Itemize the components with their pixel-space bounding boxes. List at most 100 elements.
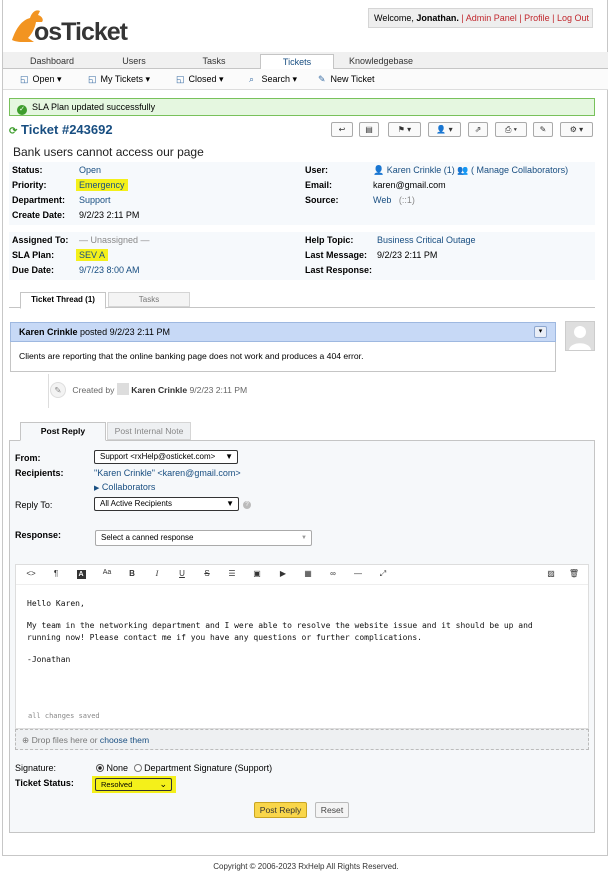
more-menu-button[interactable]: ⚙ ▾ [560,122,593,137]
tab-knowledgebase[interactable]: Knowledgebase [344,54,418,69]
file-drop-zone[interactable]: ⊕ Drop files here or choose them [15,729,589,750]
create-date-value: 9/2/23 2:11 PM [79,210,140,220]
success-alert: ✓ SLA Plan updated successfully [9,98,595,116]
manage-collaborators-link[interactable]: ( Manage Collaborators) [471,165,568,175]
subnav-search[interactable]: ⌕ Search ▾ [249,74,297,85]
editor-content[interactable]: Hello Karen, My team in the networking d… [27,598,567,676]
last-message-value: 9/2/23 2:11 PM [377,250,438,260]
strikethrough-icon[interactable]: S [200,569,214,578]
save-draft-icon[interactable]: ▨ [544,569,558,578]
tab-dashboard[interactable]: Dashboard [24,54,80,69]
print-menu-button[interactable]: ⎙ ▾ [495,122,527,137]
sig-none-label: None [106,763,129,773]
thread-entry-body: Clients are reporting that the online ba… [10,342,556,372]
collaborators-toggle[interactable]: ▶ Collaborators [94,482,155,492]
tab-thread-tasks[interactable]: Tasks [108,292,190,307]
welcome-prefix: Welcome, [374,13,417,23]
priority-value: Emergency [76,179,128,191]
list-icon[interactable]: ☰ [225,569,239,578]
underline-icon[interactable]: U [175,569,189,578]
paragraph-icon[interactable]: ¶ [49,569,63,578]
created-event: ✎ Created by Karen Crinkle 9/2/23 2:11 P… [50,382,247,398]
tab-users[interactable]: Users [110,54,158,69]
subnav-closed[interactable]: ◱ Closed ▾ [176,74,224,85]
table-icon[interactable]: ▦ [301,569,315,578]
assign-menu-button[interactable]: 👤 ▾ [428,122,461,137]
italic-icon[interactable]: I [150,569,164,578]
footer-copyright: Copyright © 2006-2023 RxHelp All Rights … [213,862,399,871]
code-view-icon[interactable]: <> [24,569,38,578]
chevron-down-icon: ▼ [301,535,307,541]
recipients-value[interactable]: "Karen Crinkle" <karen@gmail.com> [94,468,241,478]
admin-panel-link[interactable]: Admin Panel [466,13,517,23]
ticket-status-select[interactable]: Resolved ⌄ [95,778,172,791]
post-reply-button[interactable]: Post Reply [254,802,307,818]
canned-response-select[interactable]: Select a canned response ▼ [95,530,312,546]
source-label: Source: [305,195,339,205]
tab-post-internal-note[interactable]: Post Internal Note [107,422,191,440]
chevron-down-icon: ⌄ [159,779,167,789]
fullscreen-icon[interactable]: ⤢ [376,569,390,579]
tab-ticket-thread[interactable]: Ticket Thread (1) [20,292,106,309]
transfer-icon: ⇗ [474,125,482,134]
check-icon: ✓ [17,105,27,115]
logo[interactable]: osTicket [8,4,138,48]
subnav-new-ticket[interactable]: ✎ New Ticket [318,74,375,85]
subnav-open[interactable]: ◱ Open ▾ [20,74,62,85]
flag-icon: ⚑ [397,125,405,134]
reset-button[interactable]: Reset [315,802,349,818]
user-label: User: [305,165,329,175]
image-icon[interactable]: ▣ [250,569,264,578]
thread-connector [48,374,49,408]
tab-tasks[interactable]: Tasks [190,54,238,69]
reply-button[interactable]: ↩ [331,122,353,137]
choose-files-link[interactable]: choose them [100,735,149,745]
sla-label: SLA Plan: [12,250,55,260]
font-size-icon[interactable]: Aa [100,569,114,576]
print-doc-button[interactable]: ▤ [359,122,379,137]
due-date-value: 9/7/23 8:00 AM [79,265,140,275]
reply-to-select[interactable]: All Active Recipients ▼ [94,497,239,511]
text-color-icon[interactable]: A [74,569,88,579]
email-value: karen@gmail.com [373,180,446,190]
help-icon[interactable]: ? [243,501,251,509]
bold-icon[interactable]: B [125,569,139,578]
ticket-number[interactable]: ⟳ Ticket #243692 [9,122,113,137]
ticket-icon: ◱ [176,74,185,84]
logout-link[interactable]: Log Out [557,13,589,23]
new-ticket-icon: ✎ [318,74,326,84]
horizontal-rule-icon[interactable]: — [351,569,365,578]
autosave-status: all changes saved [28,712,100,720]
subnav-my-tickets[interactable]: ◱ My Tickets ▾ [88,74,150,85]
trash-icon[interactable]: 🗑 [567,569,581,578]
edit-button[interactable]: ✎ [533,122,553,137]
from-select[interactable]: Support <rxHelp@osticket.com> ▼ [94,450,238,464]
last-response-label: Last Response: [305,265,373,275]
flag-menu-button[interactable]: ⚑ ▾ [388,122,421,137]
help-topic-label: Help Topic: [305,235,354,245]
recipients-label: Recipients: [15,468,64,478]
thread-author: Karen Crinkle [19,327,78,337]
caret-right-icon: ▶ [94,485,100,492]
upload-icon: ⊕ [22,735,30,745]
profile-link[interactable]: Profile [524,13,550,23]
department-label: Department: [12,195,66,205]
tab-post-reply[interactable]: Post Reply [20,422,106,441]
tab-tickets[interactable]: Tickets [260,54,334,70]
ticket-status-label: Ticket Status: [15,778,74,788]
assigned-value: — Unassigned — [79,235,150,245]
edit-event-icon: ✎ [50,382,66,398]
sig-dept-radio[interactable] [133,764,142,772]
transfer-button[interactable]: ⇗ [468,122,488,137]
user-value[interactable]: 👤 Karen Crinkle (1) 👥 ( Manage Collabora… [373,165,568,176]
ticket-icon: ◱ [88,74,97,84]
priority-label: Priority: [12,180,47,190]
from-label: From: [15,453,41,463]
link-icon[interactable]: ∞ [326,569,340,578]
sig-none-radio[interactable] [96,764,104,772]
status-label: Status: [12,165,43,175]
avatar [565,321,595,351]
thread-options-button[interactable]: ▾ [534,326,547,338]
help-topic-value: Business Critical Outage [377,235,476,245]
video-icon[interactable]: ▶ [276,569,290,578]
